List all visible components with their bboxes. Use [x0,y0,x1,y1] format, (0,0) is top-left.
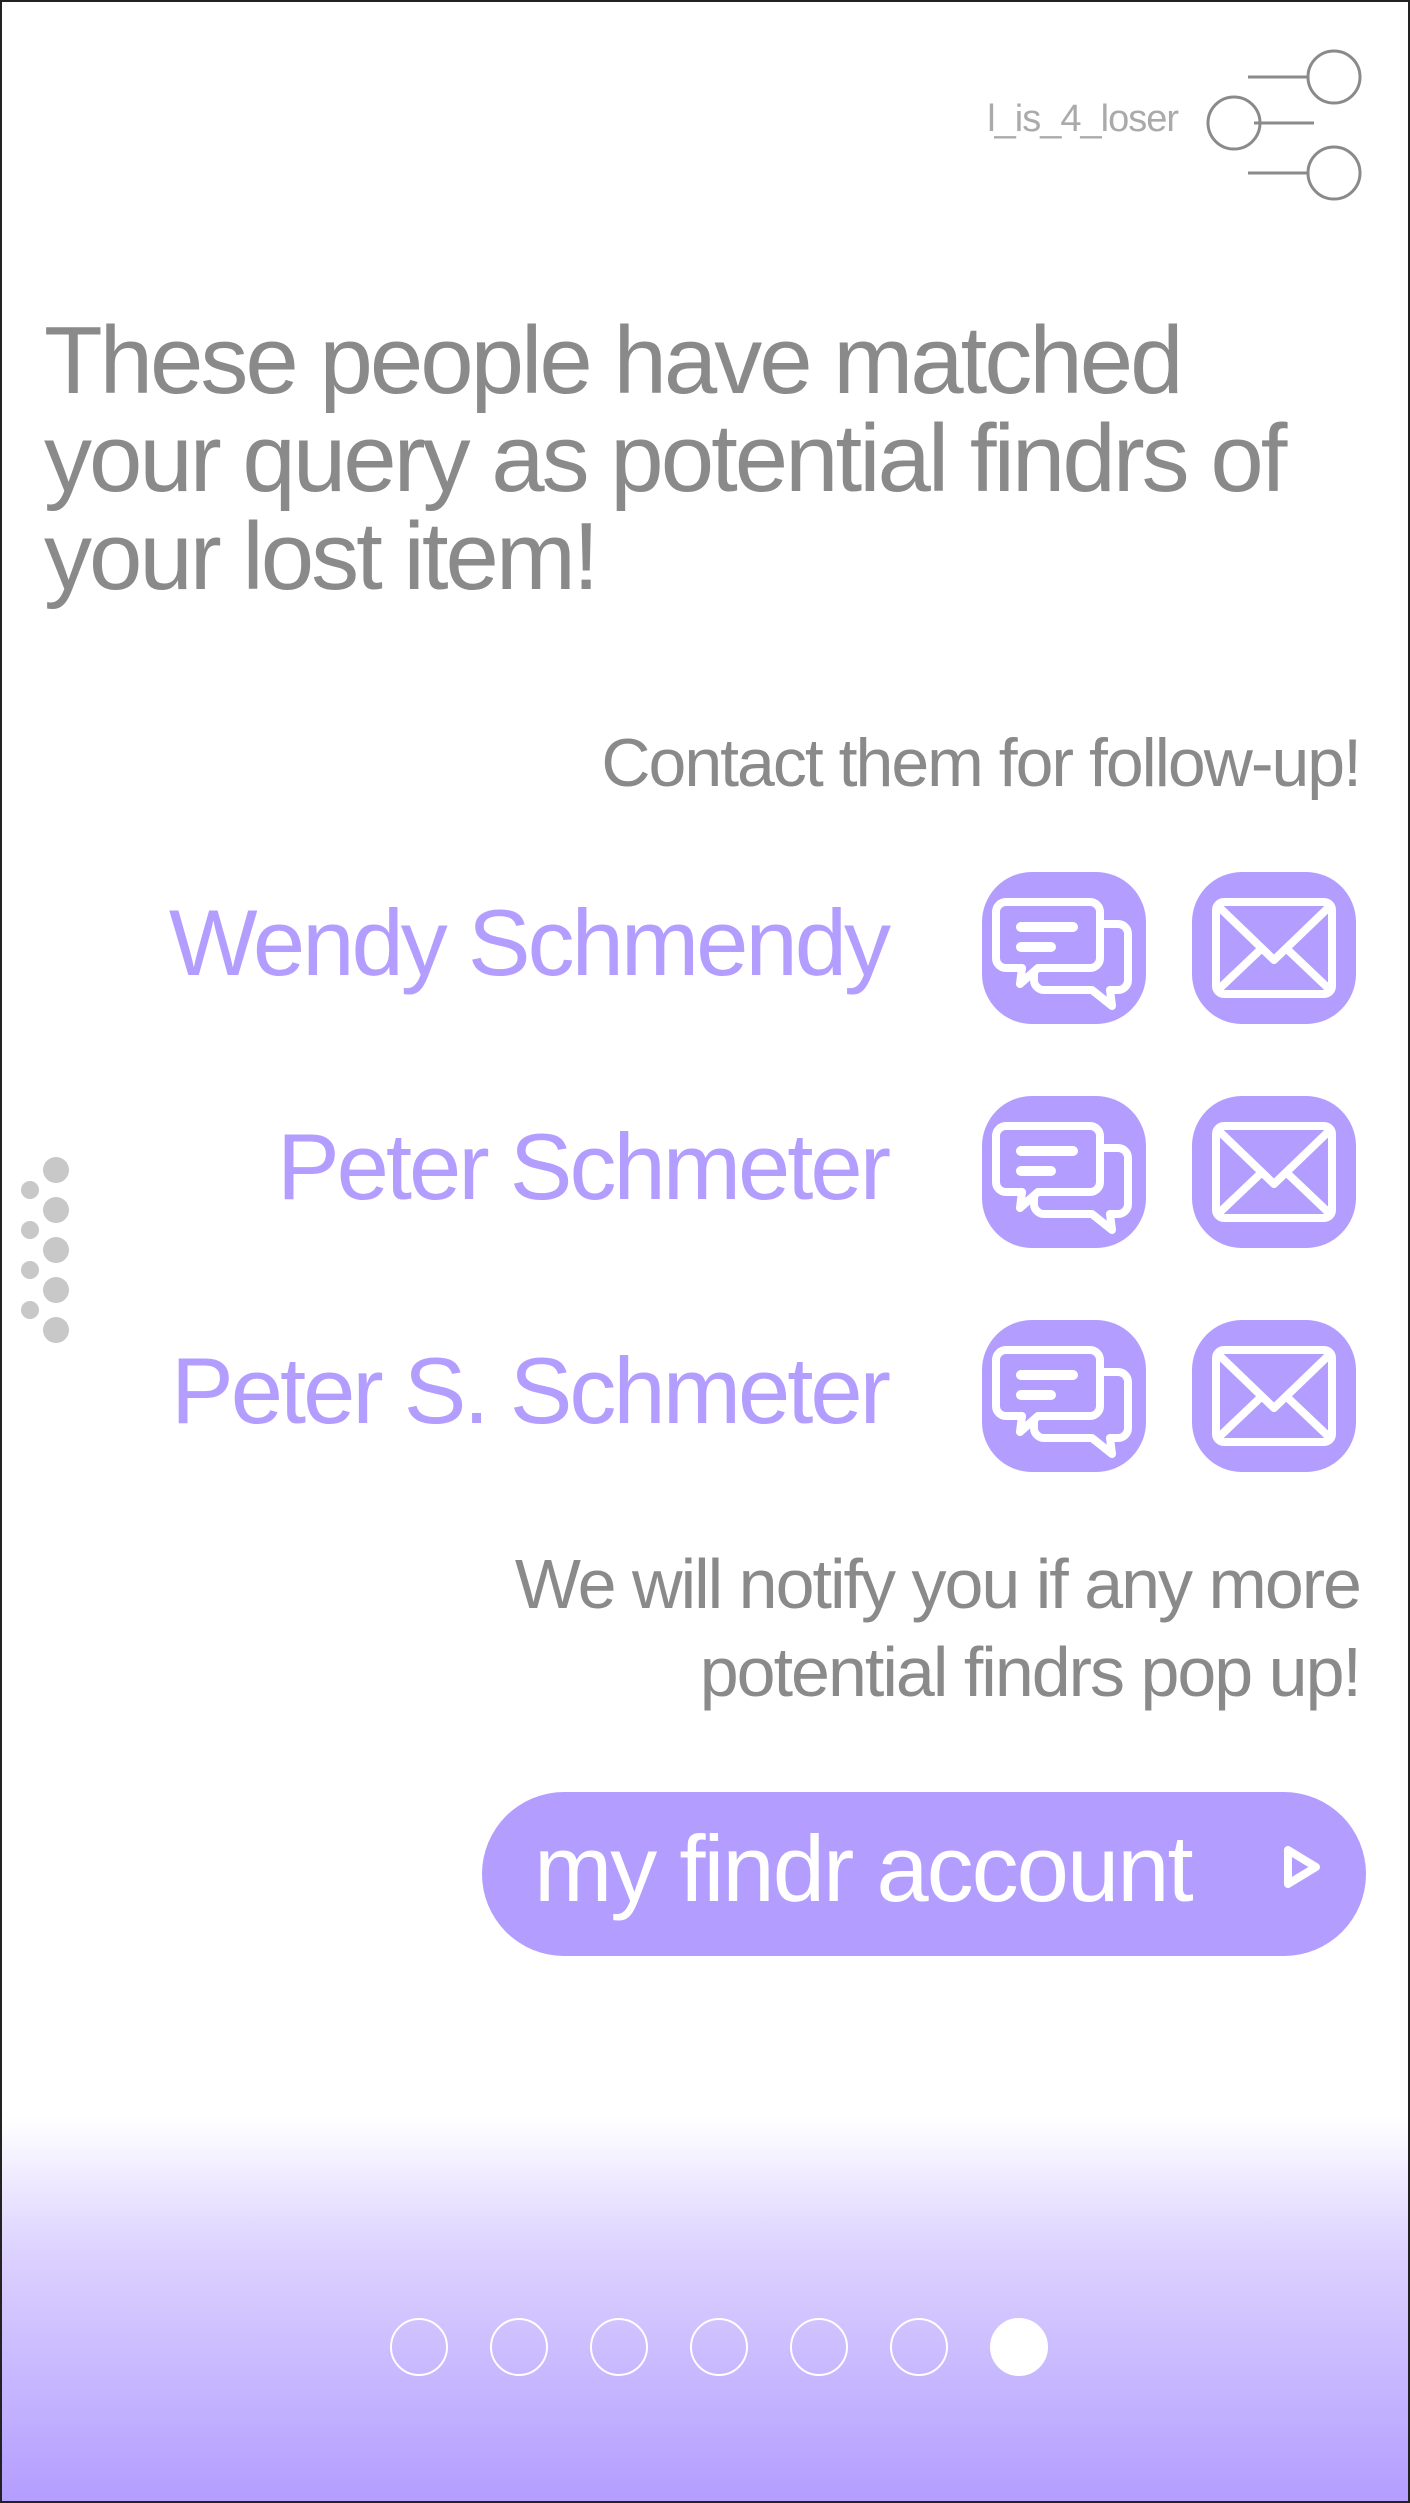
page-dot[interactable] [390,2318,448,2376]
chat-bubbles-icon [992,898,1132,1010]
chat-bubbles-icon [992,1346,1132,1458]
screen: l_is_4_loser These people have matched y… [0,0,1410,2503]
chat-button[interactable] [982,1096,1146,1248]
contact-name[interactable]: Wendy Schmendy [169,888,891,998]
chat-bubbles-icon [992,1122,1132,1234]
my-account-button-label: my findr account [534,1816,1194,1921]
envelope-icon [1212,1122,1336,1222]
contact-name[interactable]: Peter Schmeter [277,1112,891,1222]
username-label: l_is_4_loser [987,98,1179,140]
chat-button[interactable] [982,872,1146,1024]
email-button[interactable] [1192,872,1356,1024]
pagination-dots [390,2318,1050,2382]
envelope-icon [1212,898,1336,998]
share-nodes-icon[interactable] [1198,47,1368,207]
contact-row: Wendy Schmendy [2,872,1408,1024]
contact-row: Peter Schmeter [2,1096,1408,1248]
envelope-icon [1212,1346,1336,1446]
play-arrow-icon [1284,1846,1320,1888]
page-dot-active[interactable] [990,2318,1048,2376]
notify-message: We will notify you if any more potential… [302,1540,1362,1716]
page-dot[interactable] [490,2318,548,2376]
page-dot[interactable] [790,2318,848,2376]
page-dot[interactable] [690,2318,748,2376]
my-account-button[interactable]: my findr account [482,1792,1366,1956]
page-dot[interactable] [890,2318,948,2376]
page-dot[interactable] [590,2318,648,2376]
chat-button[interactable] [982,1320,1146,1472]
contact-subhead: Contact them for follow-up! [601,725,1362,801]
bottom-gradient [2,2117,1408,2501]
notify-line: potential findrs pop up! [699,1633,1362,1711]
email-button[interactable] [1192,1320,1356,1472]
drag-dots-icon [21,1157,69,1343]
page-headline: These people have matched your query as … [44,307,1287,610]
email-button[interactable] [1192,1096,1356,1248]
contact-row: Peter S. Schmeter [2,1320,1408,1472]
drag-handle[interactable] [16,1157,76,1347]
notify-line: We will notify you if any more [514,1545,1362,1623]
contact-name[interactable]: Peter S. Schmeter [171,1336,891,1446]
